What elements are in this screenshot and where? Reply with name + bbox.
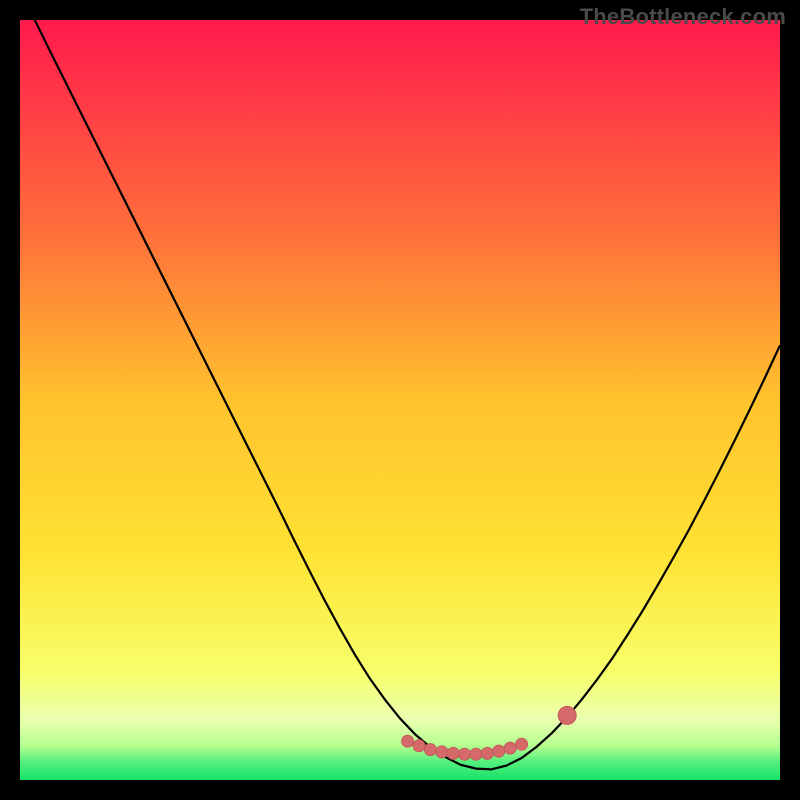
trough-marker [504, 742, 516, 754]
trough-marker [436, 746, 448, 758]
trough-marker [558, 706, 576, 724]
watermark-text: TheBottleneck.com [580, 4, 786, 30]
bottleneck-chart [20, 20, 780, 780]
gradient-background [20, 20, 780, 780]
trough-marker [413, 740, 425, 752]
trough-marker [402, 735, 414, 747]
trough-marker [470, 748, 482, 760]
trough-marker [481, 747, 493, 759]
trough-marker [493, 745, 505, 757]
trough-marker [459, 748, 471, 760]
chart-frame: TheBottleneck.com [0, 0, 800, 800]
trough-marker [516, 738, 528, 750]
trough-marker [447, 747, 459, 759]
trough-marker [424, 744, 436, 756]
